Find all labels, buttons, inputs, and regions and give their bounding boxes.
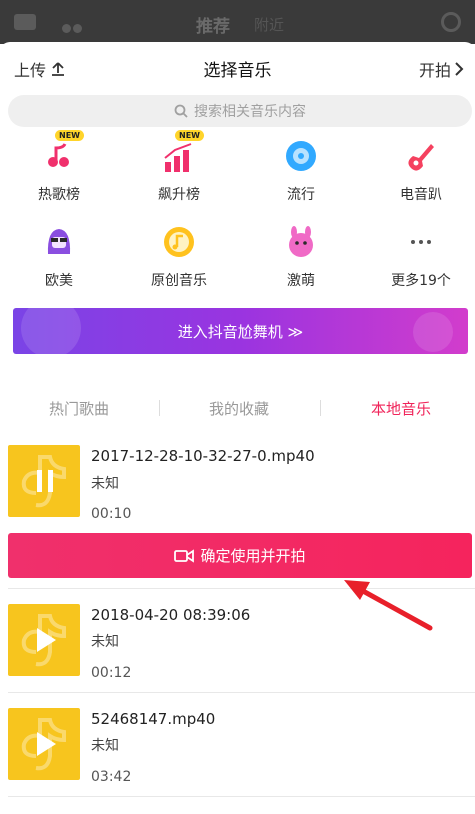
category-label: 电音趴: [400, 187, 442, 203]
song-cover: [8, 604, 80, 676]
category-western[interactable]: 欧美: [0, 224, 118, 290]
start-label: 开拍: [418, 61, 451, 80]
background-search-icon: [441, 12, 461, 32]
original-music-icon: [161, 224, 197, 260]
tab-local-music[interactable]: 本地音乐: [322, 398, 475, 419]
category-label: 飙升榜: [158, 187, 200, 203]
category-more[interactable]: 更多19个: [362, 224, 475, 290]
category-hot-chart[interactable]: NEW 热歌榜: [0, 130, 118, 204]
category-electronic[interactable]: 电音趴: [362, 138, 475, 204]
tab-favorites[interactable]: 我的收藏: [160, 398, 318, 419]
category-rising-chart[interactable]: NEW 飙升榜: [120, 130, 238, 204]
search-placeholder: 搜索相关音乐内容: [194, 104, 306, 120]
banner-label: 进入抖音尬舞机 ≫: [177, 322, 304, 341]
banner-decoration: [21, 308, 81, 354]
banner-decoration: [413, 312, 453, 352]
category-original[interactable]: 原创音乐: [120, 224, 238, 290]
western-avatar-icon: [41, 224, 77, 260]
song-artist: 未知: [91, 738, 119, 754]
electric-guitar-icon: [403, 138, 439, 174]
background-tab-nearby: 附近: [254, 16, 285, 34]
live-dots-icon: [62, 18, 86, 33]
song-duration: 03:42: [91, 769, 132, 785]
background-app-header: 推荐 附近: [0, 0, 475, 44]
music-tabs: 热门歌曲 我的收藏 本地音乐: [0, 394, 475, 424]
chevron-right-icon: [455, 62, 464, 76]
list-divider: [8, 796, 475, 797]
category-cute[interactable]: 激萌: [242, 224, 360, 290]
category-label: 原创音乐: [151, 273, 207, 289]
song-name: 52468147.mp40: [91, 710, 216, 728]
search-input[interactable]: 搜索相关音乐内容: [8, 95, 472, 127]
hot-chart-icon: NEW: [41, 130, 84, 174]
song-cover: [8, 708, 80, 780]
tab-hot-songs[interactable]: 热门歌曲: [0, 398, 158, 419]
category-label: 激萌: [287, 273, 315, 289]
tab-separator: [320, 400, 321, 416]
category-label: 热歌榜: [38, 187, 80, 203]
music-picker-sheet: 上传 选择音乐 开拍 搜索相关音乐内容 NEW 热歌榜 NEW 飙升榜 流行 电…: [0, 42, 475, 814]
list-divider: [8, 692, 475, 693]
song-name: 2018-04-20 08:39:06: [91, 606, 251, 624]
page-title: 选择音乐: [203, 61, 272, 81]
song-artist: 未知: [91, 634, 119, 650]
new-badge: NEW: [175, 130, 204, 141]
video-camera-icon: [174, 548, 195, 563]
category-label: 更多19个: [391, 273, 451, 289]
sheet-header: 上传 选择音乐 开拍: [0, 42, 475, 92]
song-name: 2017-12-28-10-32-27-0.mp40: [91, 447, 315, 465]
search-icon: [174, 104, 188, 118]
cute-pet-icon: [283, 224, 319, 260]
rising-chart-icon: NEW: [161, 130, 204, 174]
play-icon[interactable]: [32, 626, 58, 654]
confirm-label: 确定使用并开拍: [200, 547, 306, 565]
category-label: 欧美: [45, 273, 73, 289]
song-cover: [8, 445, 80, 517]
camera-icon: [14, 14, 36, 30]
annotation-arrow-icon: [344, 580, 433, 631]
song-duration: 00:10: [91, 506, 132, 522]
category-pop[interactable]: 流行: [242, 138, 360, 204]
play-icon[interactable]: [32, 730, 58, 758]
song-artist: 未知: [91, 476, 119, 492]
pop-disc-icon: [283, 138, 319, 174]
background-tab-recommend: 推荐: [196, 17, 230, 37]
more-dots-icon: [403, 224, 439, 260]
pause-icon[interactable]: [32, 467, 58, 495]
dance-machine-banner[interactable]: 进入抖音尬舞机 ≫: [13, 308, 468, 354]
song-duration: 00:12: [91, 665, 132, 681]
start-shooting-button[interactable]: 开拍: [419, 57, 465, 81]
category-label: 流行: [287, 187, 315, 203]
new-badge: NEW: [55, 130, 84, 141]
